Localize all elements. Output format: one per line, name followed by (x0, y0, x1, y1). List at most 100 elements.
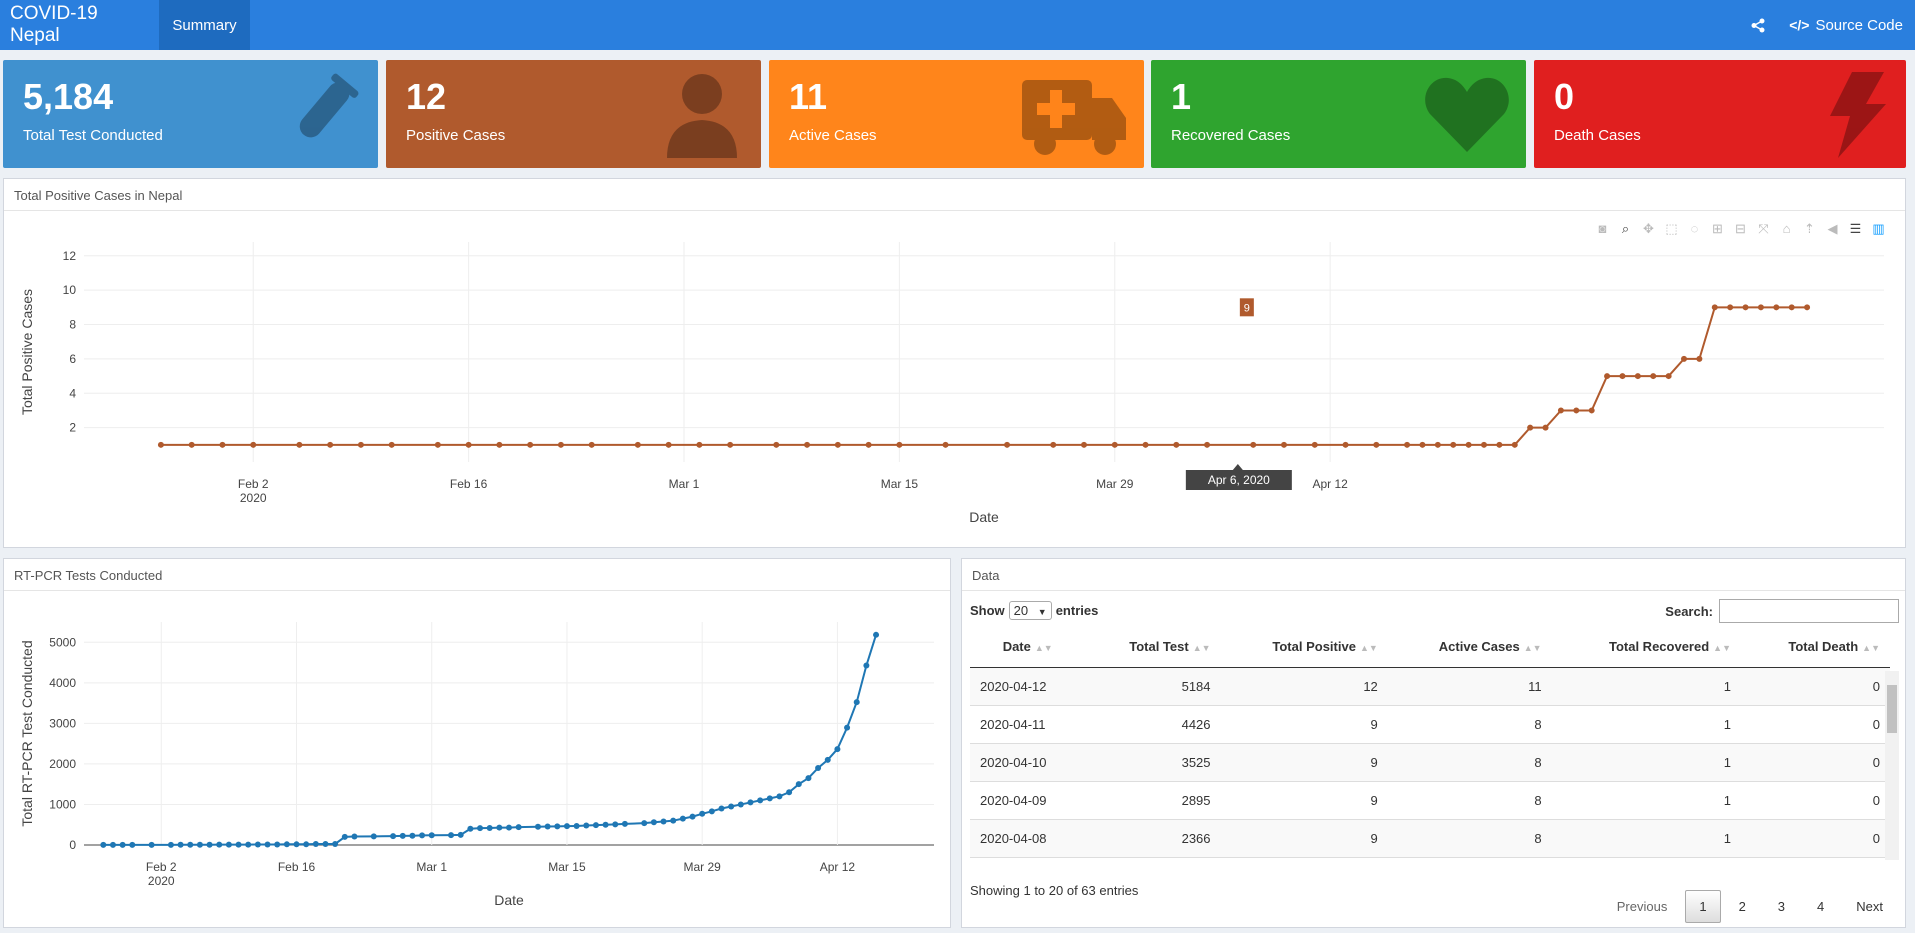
data-point[interactable] (660, 818, 667, 825)
data-point[interactable] (388, 441, 395, 448)
data-point[interactable] (465, 441, 472, 448)
tab-summary[interactable]: Summary (159, 0, 250, 50)
data-point[interactable] (557, 441, 564, 448)
data-point[interactable] (254, 841, 261, 848)
data-point[interactable] (100, 841, 107, 848)
data-point[interactable] (942, 441, 949, 448)
data-point[interactable] (1281, 441, 1287, 448)
data-point[interactable] (312, 840, 319, 847)
data-point[interactable] (457, 831, 464, 838)
data-point[interactable] (196, 841, 203, 848)
col-total-recovered[interactable]: Total Recovered ▲▼ (1551, 627, 1741, 668)
data-point[interactable] (448, 832, 455, 839)
data-point[interactable] (1481, 441, 1487, 448)
data-point[interactable] (1450, 441, 1457, 448)
data-point[interactable] (1142, 441, 1149, 448)
data-point[interactable] (786, 789, 793, 796)
col-total-death[interactable]: Total Death ▲▼ (1741, 627, 1890, 668)
previous-button[interactable]: Previous (1603, 890, 1682, 923)
data-point[interactable] (1004, 441, 1011, 448)
data-point[interactable] (1373, 441, 1380, 448)
data-point[interactable] (188, 441, 195, 448)
data-point[interactable] (1573, 407, 1580, 414)
data-point[interactable] (670, 817, 677, 824)
data-point[interactable] (1434, 441, 1441, 448)
positive-cases-chart[interactable]: 2 4 6 8 10 12 Feb 22020 Feb 16 Mar 1 Mar 15 Mar 29… (4, 212, 1905, 548)
col-total-test[interactable]: Total Test ▲▼ (1085, 627, 1221, 668)
page-3-button[interactable]: 3 (1764, 890, 1799, 923)
data-point[interactable] (1665, 373, 1672, 380)
page-1-button[interactable]: 1 (1685, 890, 1721, 923)
data-point[interactable] (206, 841, 213, 848)
data-point[interactable] (1311, 441, 1318, 448)
data-point[interactable] (815, 764, 822, 771)
data-point[interactable] (129, 841, 136, 848)
data-point[interactable] (177, 841, 184, 848)
data-point[interactable] (1204, 441, 1211, 448)
col-date[interactable]: Date ▲▼ (970, 627, 1086, 668)
data-point[interactable] (834, 746, 841, 753)
data-point[interactable] (592, 822, 599, 829)
data-point[interactable] (708, 808, 715, 815)
data-point[interactable] (157, 441, 164, 448)
data-point[interactable] (225, 841, 232, 848)
search-input[interactable] (1719, 599, 1899, 623)
data-point[interactable] (486, 824, 493, 831)
data-point[interactable] (696, 441, 703, 448)
data-point[interactable] (419, 832, 426, 839)
table-scrollbar[interactable] (1885, 671, 1899, 860)
data-point[interactable] (332, 840, 339, 847)
data-point[interactable] (167, 841, 174, 848)
data-point[interactable] (641, 820, 648, 827)
data-point[interactable] (109, 841, 116, 848)
app-title[interactable]: COVID-19 Nepal (0, 3, 159, 47)
data-point[interactable] (804, 441, 811, 448)
data-point[interactable] (235, 841, 242, 848)
data-point[interactable] (283, 841, 290, 848)
share-button[interactable] (1739, 18, 1777, 33)
data-point[interactable] (1511, 441, 1518, 448)
data-point[interactable] (766, 795, 773, 802)
data-point[interactable] (1250, 441, 1257, 448)
data-point[interactable] (409, 832, 416, 839)
data-point[interactable] (573, 822, 580, 829)
data-point[interactable] (250, 441, 257, 448)
data-point[interactable] (1742, 304, 1749, 311)
data-point[interactable] (1050, 441, 1057, 448)
data-point[interactable] (1696, 355, 1703, 362)
scrollbar-thumb[interactable] (1887, 685, 1897, 733)
data-point[interactable] (583, 822, 590, 829)
data-point[interactable] (351, 833, 358, 840)
data-point[interactable] (873, 631, 880, 638)
data-point[interactable] (834, 441, 841, 448)
next-button[interactable]: Next (1842, 890, 1897, 923)
data-point[interactable] (650, 819, 657, 826)
data-point[interactable] (1342, 441, 1349, 448)
data-point[interactable] (293, 841, 300, 848)
data-point[interactable] (621, 820, 628, 827)
data-point[interactable] (496, 824, 503, 831)
data-point[interactable] (1542, 424, 1549, 431)
data-point[interactable] (896, 441, 903, 448)
data-point[interactable] (1465, 441, 1472, 448)
data-point[interactable] (1711, 304, 1718, 311)
data-point[interactable] (727, 441, 734, 448)
data-point[interactable] (679, 815, 686, 822)
data-point[interactable] (747, 799, 754, 806)
data-point[interactable] (853, 699, 860, 706)
data-point[interactable] (477, 825, 484, 832)
data-point[interactable] (1727, 304, 1734, 311)
data-point[interactable] (612, 821, 619, 828)
data-point[interactable] (844, 724, 851, 731)
data-point[interactable] (1619, 373, 1626, 380)
data-point[interactable] (699, 810, 706, 817)
data-point[interactable] (1419, 441, 1426, 448)
data-point[interactable] (296, 441, 303, 448)
data-point[interactable] (776, 793, 783, 800)
data-point[interactable] (1496, 441, 1503, 448)
data-point[interactable] (588, 441, 595, 448)
data-point[interactable] (757, 797, 764, 804)
data-point[interactable] (399, 832, 406, 839)
data-point[interactable] (824, 756, 831, 763)
col-active-cases[interactable]: Active Cases ▲▼ (1387, 627, 1552, 668)
